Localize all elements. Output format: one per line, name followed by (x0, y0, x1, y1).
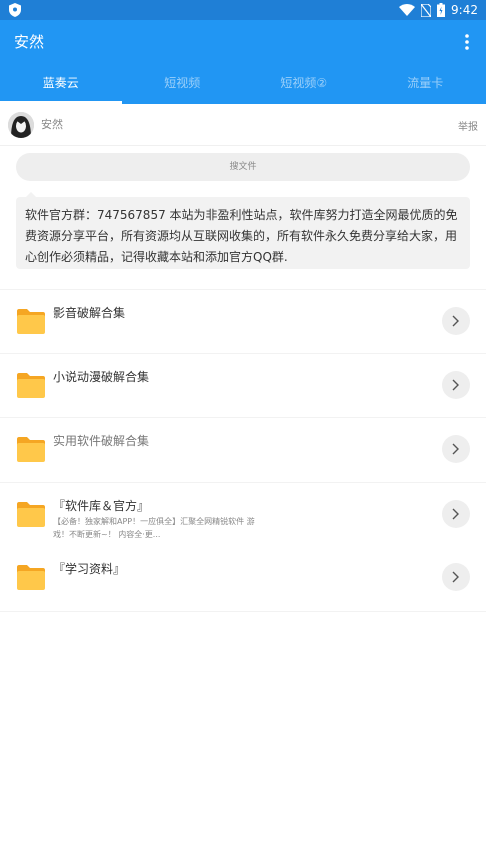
folder-icon (17, 502, 45, 527)
folder-icon (17, 437, 45, 462)
folder-name: 影音破解合集 (53, 306, 126, 320)
list-divider (0, 611, 486, 612)
chevron-right-icon[interactable] (442, 307, 470, 335)
folder-icon (17, 565, 45, 590)
folder-item[interactable]: 『学习资料』 (0, 546, 486, 610)
no-sim-icon (421, 3, 432, 17)
folder-item[interactable]: 影音破解合集 (0, 289, 486, 353)
folder-description: 【必备！独家解和APP！一应俱全】汇聚全网精锐软件 游戏！不断更新~！ 内容全·… (53, 517, 255, 539)
chevron-right-icon[interactable] (442, 371, 470, 399)
user-name: 安然 (41, 118, 63, 131)
report-link[interactable]: 举报 (458, 118, 478, 133)
user-row: 安然 举报 (0, 104, 486, 146)
clock: 9:42 (451, 3, 478, 17)
folder-icon (17, 309, 45, 334)
notice-text: 软件官方群：747567857 本站为非盈利性站点，软件库努力打造全网最优质的免… (25, 208, 458, 264)
status-bar: 9:42 (0, 0, 486, 20)
chevron-right-icon[interactable] (442, 435, 470, 463)
folder-name: 实用软件破解合集 (53, 434, 150, 448)
tab-data-card[interactable]: 流量卡 (365, 64, 486, 104)
search-bar[interactable]: 搜文件 (16, 153, 470, 181)
chevron-right-icon[interactable] (442, 563, 470, 591)
more-vert-icon[interactable] (464, 34, 470, 50)
shield-icon (9, 3, 21, 17)
folder-item[interactable]: 小说动漫破解合集 (0, 353, 486, 417)
folder-name: 『软件库＆官方』 (53, 499, 150, 513)
chevron-right-icon[interactable] (442, 500, 470, 528)
folder-item[interactable]: 实用软件破解合集 (0, 417, 486, 481)
folder-item[interactable]: 『软件库＆官方』 【必备！独家解和APP！一应俱全】汇聚全网精锐软件 游戏！不断… (0, 482, 486, 546)
folder-name: 『学习资料』 (53, 562, 126, 576)
wifi-icon (399, 4, 416, 16)
avatar[interactable] (8, 112, 34, 138)
notice-bubble: 软件官方群：747567857 本站为非盈利性站点，软件库努力打造全网最优质的免… (16, 192, 470, 269)
tab-short-video-2[interactable]: 短视频② (243, 64, 365, 104)
tab-lanzou[interactable]: 蓝奏云 (0, 64, 122, 104)
tab-short-video[interactable]: 短视频 (122, 64, 244, 104)
app-bar: 安然 (0, 20, 486, 64)
tab-bar: 蓝奏云 短视频 短视频② 流量卡 (0, 64, 486, 104)
app-title: 安然 (14, 33, 45, 51)
folder-icon (17, 373, 45, 398)
battery-icon (437, 3, 446, 17)
folder-name: 小说动漫破解合集 (53, 370, 150, 384)
